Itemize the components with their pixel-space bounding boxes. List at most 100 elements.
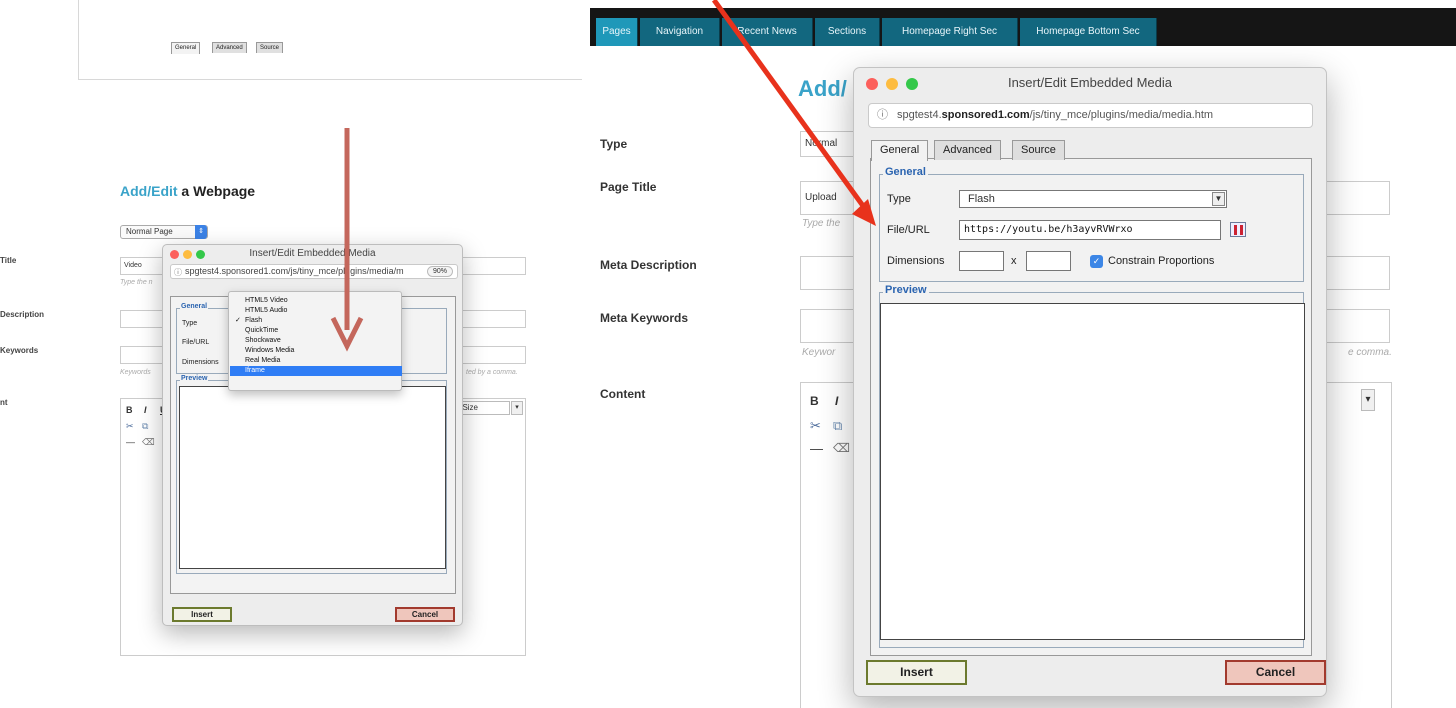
tab-sections[interactable]: Sections — [815, 18, 880, 46]
tab-homepage-bottom-sec[interactable]: Homepage Bottom Sec — [1020, 18, 1157, 46]
page-title-value: Upload — [805, 192, 837, 203]
general-legend: General — [883, 166, 928, 178]
address-bar[interactable]: ⓘ spgtest4.sponsored1.com/js/tiny_mce/pl… — [868, 103, 1313, 128]
file-url-input[interactable]: https://youtu.be/h3ayvRVWrxo — [959, 220, 1221, 240]
tab-source[interactable]: Source — [1012, 140, 1065, 160]
preview-area — [179, 386, 446, 569]
cancel-button[interactable]: Cancel — [395, 607, 455, 622]
chevron-down-icon[interactable]: ▾ — [1361, 389, 1375, 411]
page-title-hint: Type the — [802, 218, 841, 229]
info-icon: ⓘ — [877, 109, 888, 121]
media-type-select[interactable]: Flash ▼ — [959, 190, 1227, 208]
copy-icon[interactable]: ⧉ — [142, 421, 148, 432]
bold-button[interactable]: B — [810, 394, 819, 408]
type-select-value: Normal — [805, 138, 838, 149]
right-screenshot: Pages Navigation Recent News Sections Ho… — [582, 0, 1456, 708]
insert-button[interactable]: Insert — [866, 660, 967, 685]
tab-general[interactable]: General — [171, 42, 201, 54]
tab-advanced[interactable]: Advanced — [934, 140, 1001, 160]
dimensions-label: Dimensions — [182, 359, 219, 366]
page-heading: Add/ — [798, 76, 847, 101]
preview-area — [880, 303, 1305, 640]
cancel-button[interactable]: Cancel — [1225, 660, 1326, 685]
media-type-menu: HTML5 Video HTML5 Audio ✓ Flash QuickTime… — [228, 291, 402, 391]
heading-rest: a Webpage — [177, 183, 256, 199]
menu-item-flash-label: Flash — [245, 317, 263, 324]
dialog-title: Insert/Edit Embedded Media — [249, 248, 376, 259]
bold-button[interactable]: B — [126, 405, 133, 415]
italic-button[interactable]: I — [835, 394, 838, 408]
browse-icon[interactable] — [1230, 222, 1246, 237]
dialog-title: Insert/Edit Embedded Media — [1007, 75, 1173, 90]
meta-description-label: Meta Description — [600, 258, 697, 272]
tab-navigation[interactable]: Navigation — [640, 18, 720, 46]
description-label: Description — [0, 310, 45, 319]
admin-navbar: Pages Navigation Recent News Sections Ho… — [590, 8, 1456, 46]
general-legend: General — [180, 303, 209, 310]
address-url: spgtest4.sponsored1.com/js/tiny_mce/plug… — [185, 266, 404, 276]
horizontal-rule-icon[interactable]: — — [126, 437, 135, 447]
embed-media-dialog: Insert/Edit Embedded Media ⓘ spgtest4.sp… — [853, 67, 1327, 697]
copy-icon[interactable]: ⧉ — [833, 418, 842, 434]
dimensions-label: Dimensions — [887, 255, 945, 267]
page-title-label: Page Title — [600, 180, 657, 194]
tab-general[interactable]: General — [871, 140, 929, 161]
chevron-updown-icon: ⇕ — [195, 225, 207, 239]
keywords-label: Keywords — [0, 346, 39, 355]
file-url-label: File/URL — [887, 224, 930, 236]
menu-item-real-media[interactable]: Real Media — [230, 356, 402, 366]
title-label: Title — [0, 256, 17, 265]
info-icon: ⓘ — [174, 268, 182, 277]
menu-item-html5-audio[interactable]: HTML5 Audio — [230, 306, 402, 316]
page-type-select[interactable]: Normal Page ⇕ — [120, 225, 208, 239]
keywords-hint-right: e comma. — [1348, 347, 1392, 358]
eraser-icon[interactable]: ⌫ — [833, 441, 850, 455]
media-type-value: Flash — [968, 193, 995, 205]
zoom-badge[interactable]: 90% — [426, 266, 453, 277]
content-label: nt — [0, 398, 8, 407]
keywords-hint-right: ted by a comma. — [466, 369, 518, 376]
font-size-select[interactable]: t Size ▾ — [455, 401, 523, 415]
url-path: /js/tiny_mce/plugins/media/media.htm — [1029, 109, 1214, 121]
title-hint: Type the n — [120, 279, 153, 286]
left-screenshot: Add/Edit a Webpage Normal Page ⇕ Title D… — [0, 0, 582, 708]
menu-item-iframe[interactable]: Iframe — [230, 366, 402, 376]
heading-accent: Add/Edit — [120, 183, 178, 199]
checkmark-icon: ✓ — [235, 317, 241, 324]
tab-pages[interactable]: Pages — [596, 18, 638, 46]
constrain-proportions-label: Constrain Proportions — [1108, 255, 1215, 267]
menu-item-windows-media[interactable]: Windows Media — [230, 346, 402, 356]
menu-item-html5-video[interactable]: HTML5 Video — [230, 296, 402, 306]
menu-item-shockwave[interactable]: Shockwave — [230, 336, 402, 346]
title-value: Video — [124, 262, 142, 269]
tab-advanced[interactable]: Advanced — [212, 42, 247, 53]
menu-item-quicktime[interactable]: QuickTime — [230, 326, 402, 336]
tab-homepage-right-sec[interactable]: Homepage Right Sec — [882, 18, 1018, 46]
tab-source[interactable]: Source — [256, 42, 284, 53]
eraser-icon[interactable]: ⌫ — [142, 437, 155, 448]
keywords-hint: Keywor — [802, 347, 836, 358]
chevron-down-icon: ▼ — [1212, 192, 1225, 206]
dimension-separator: x — [1011, 255, 1017, 267]
italic-button[interactable]: I — [144, 405, 147, 415]
preview-legend: Preview — [883, 284, 929, 296]
width-input[interactable] — [959, 251, 1004, 271]
insert-button[interactable]: Insert — [172, 607, 232, 622]
chevron-down-icon: ▾ — [511, 401, 523, 415]
cut-icon[interactable]: ✂ — [810, 418, 821, 434]
meta-keywords-label: Meta Keywords — [600, 311, 689, 325]
page-heading: Add/Edit a Webpage — [120, 183, 255, 199]
page-type-value: Normal Page — [126, 227, 173, 236]
horizontal-rule-icon[interactable]: — — [810, 441, 823, 456]
url-host-prefix: spgtest4. — [897, 109, 942, 121]
content-label: Content — [600, 387, 646, 401]
menu-item-flash[interactable]: ✓ Flash — [230, 316, 402, 326]
file-url-value: https://youtu.be/h3ayvRVWrxo — [964, 224, 1133, 235]
address-bar[interactable]: ⓘ spgtest4.sponsored1.com/js/tiny_mce/pl… — [170, 264, 458, 279]
file-url-label: File/URL — [182, 339, 210, 346]
type-label: Type — [600, 137, 628, 151]
cut-icon[interactable]: ✂ — [126, 421, 134, 432]
constrain-proportions-checkbox[interactable]: ✓ — [1090, 255, 1103, 268]
tab-recent-news[interactable]: Recent News — [722, 18, 813, 46]
height-input[interactable] — [1026, 251, 1071, 271]
